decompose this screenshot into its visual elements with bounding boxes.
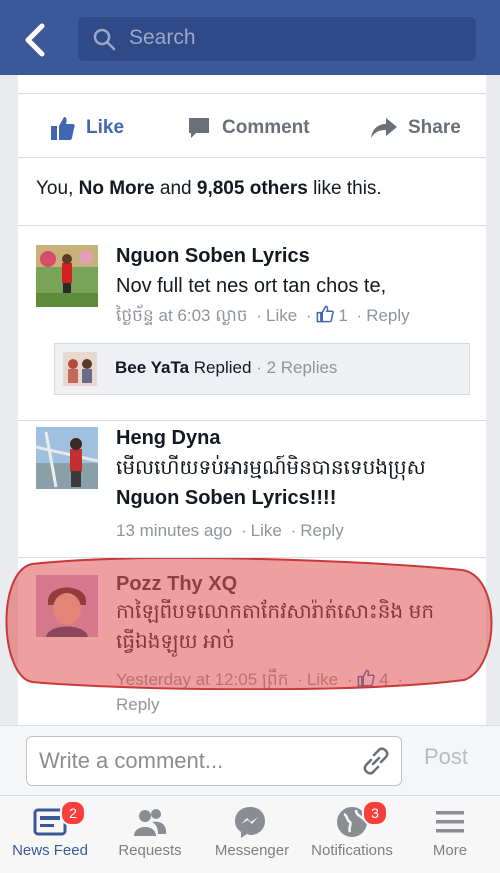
news-feed-badge: 2 [60,800,86,826]
comment-time: Yesterday at 12:05 ព្រឹក [116,670,289,689]
thumbs-up-outline-icon [357,669,375,687]
comment-author[interactable]: Nguon Soben Lyrics [116,245,310,268]
comment-meta: ថ្ងៃច័ន្ទ at 6:03 ល្ងាច · Like · 1 · Reply [116,305,410,325]
tab-messenger[interactable]: Messenger [200,796,304,873]
reply-avatar [63,352,97,386]
comment-text-line: មើលហើយទប់អារម្មណ៍មិនបានទេបងប្រុស [116,457,426,479]
comment-input[interactable]: Write a comment... [26,736,402,786]
share-arrow-icon [371,118,397,138]
like-label: Like [86,117,125,138]
comment-text: Nov full tet nes ort tan chos te, [116,275,387,297]
likes-summary[interactable]: You, No More and 9,805 others like this. [36,178,476,200]
tab-label: News Feed [12,842,88,859]
top-navigation-bar: Search [0,0,500,75]
likes-middle: and [154,178,197,199]
search-placeholder: Search [129,26,196,49]
tab-label: Notifications [311,842,393,859]
comment-like-count: 1 [338,306,348,325]
comment-time: 13 minutes ago [116,521,233,540]
search-input[interactable]: Search [78,17,476,61]
comment-reply-link[interactable]: Reply [116,695,159,714]
divider [18,225,486,226]
replies-count: 2 Replies [266,358,338,377]
avatar[interactable] [35,427,99,489]
comment-text: កាឡៃពីបទលោកតាកែវសារ៉ាត់សោះនិង មក ធ្វើឯងឡ… [116,597,476,657]
tab-notifications[interactable]: 3 Notifications [302,796,402,873]
post-card: Like Comment Share You, No More and 9,80… [18,75,486,725]
comment-like-link[interactable]: Like [266,306,297,325]
back-arrow-icon[interactable] [20,22,50,58]
likes-name: No More [78,178,155,199]
notifications-badge: 3 [362,800,388,826]
replied-label: Replied [193,358,252,377]
replies-preview[interactable]: Bee YaTa Replied · 2 Replies [54,343,470,395]
thumbs-up-icon [51,117,75,140]
comment-reply-link[interactable]: Reply [366,306,409,325]
divider [18,420,486,421]
comment-label: Comment [222,117,310,138]
comment-meta: Yesterday at 12:05 ព្រឹក · Like · 4 · [116,669,404,689]
comment-like-link[interactable]: Like [251,521,282,540]
comment-author[interactable]: Heng Dyna [116,427,220,450]
tab-news-feed[interactable]: 2 News Feed [0,796,100,873]
tab-more[interactable]: More [400,796,500,873]
reply-author: Bee YaTa [115,358,190,377]
avatar[interactable] [36,575,98,637]
post-button[interactable]: Post [424,744,468,770]
tab-requests[interactable]: Requests [100,796,200,873]
tab-label: Messenger [214,842,290,859]
share-label: Share [408,117,461,138]
divider [18,157,486,158]
replies-text: Bee YaTa Replied · 2 Replies [115,358,338,377]
likes-others: 9,805 others [196,178,308,199]
search-icon [92,27,116,57]
post-actions: Like Comment Share [18,75,486,180]
comment-like-count: 4 [379,670,389,689]
thumbs-up-outline-icon [316,305,334,323]
comment-reply-row: Reply [116,695,159,715]
comment-like-link[interactable]: Like [307,670,338,689]
comment-composer: Write a comment... Post [0,725,500,796]
bottom-tab-bar: 2 News Feed Requests Messenger 3 Notific… [0,795,500,873]
link-icon[interactable] [361,746,391,781]
comment-text-line: ធ្វើឯងឡូយ អាច់ [116,631,235,653]
share-button[interactable]: Share [370,113,461,143]
likes-prefix: You, [36,178,79,199]
tab-label: More [432,842,468,859]
comment-time: ថ្ងៃច័ន្ទ at 6:03 ល្ងាច [116,306,248,325]
comment-text-line: កាឡៃពីបទលោកតាកែវសារ៉ាត់សោះនិង មក [116,601,435,623]
comment-mention[interactable]: Nguon Soben Lyrics!!!! [116,483,466,513]
comment-placeholder: Write a comment... [39,748,224,773]
comment-bubble-icon [189,118,209,138]
comment-meta: 13 minutes ago · Like · Reply [116,521,344,540]
friend-requests-icon [132,804,168,840]
likes-suffix: like this. [307,178,382,199]
comment-text: មើលហើយទប់អារម្មណ៍មិនបានទេបងប្រុស Nguon S… [116,453,466,513]
comment-reply-link[interactable]: Reply [300,521,343,540]
menu-icon [432,804,468,840]
tab-label: Requests [118,842,182,859]
avatar[interactable] [36,245,98,307]
messenger-icon [232,804,268,840]
like-button[interactable]: Like [50,113,124,143]
comment-author[interactable]: Pozz Thy XQ [116,573,237,596]
divider [18,557,486,558]
